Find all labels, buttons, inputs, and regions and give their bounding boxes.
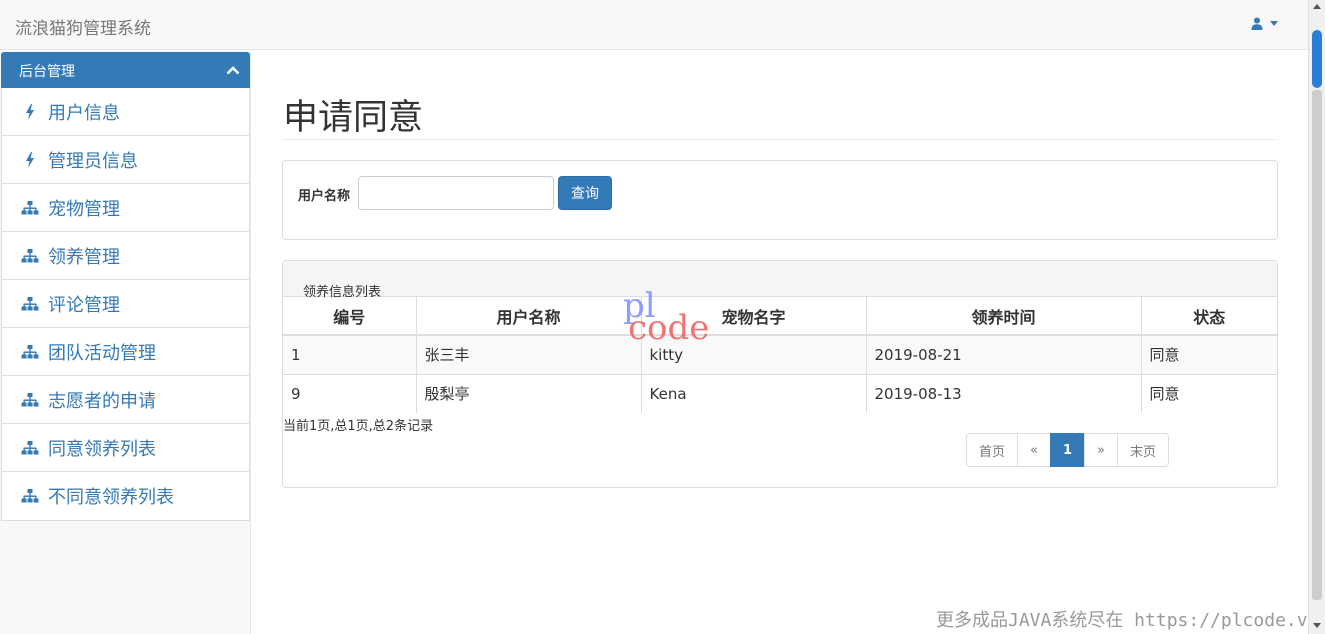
sitemap-icon: [20, 200, 40, 216]
table-cell: 2019-08-13: [866, 373, 1142, 413]
scroll-up-icon[interactable]: [1313, 4, 1321, 9]
sitemap-icon: [20, 248, 40, 264]
adoption-list-panel: 领养信息列表 编号 用户名称 宠物名字 领养时间 状态 1 张三丰 kitty: [282, 260, 1278, 488]
column-header: 用户名称: [416, 297, 642, 336]
bolt-icon: [20, 151, 40, 168]
table-row[interactable]: 9 殷梨亭 Kena 2019-08-13 同意: [283, 373, 1277, 413]
search-label: 用户名称: [298, 189, 351, 204]
pagination: 首页 « 1 » 末页: [966, 433, 1170, 467]
record-info: 当前1页,总1页,总2条记录: [283, 419, 434, 434]
adoption-table: 编号 用户名称 宠物名字 领养时间 状态 1 张三丰 kitty 2019-08…: [283, 297, 1277, 413]
sidebar-item-rejected-adoptions[interactable]: 不同意领养列表: [2, 472, 249, 520]
sidebar-item-label: 团队活动管理: [48, 342, 156, 364]
sidebar-header-label: 后台管理: [19, 64, 75, 80]
table-header-row: 编号 用户名称 宠物名字 领养时间 状态: [283, 297, 1277, 336]
table-cell: 同意: [1141, 334, 1277, 374]
vertical-scrollbar[interactable]: [1308, 0, 1325, 634]
sidebar-item-label: 评论管理: [48, 294, 120, 316]
user-icon: [1251, 17, 1263, 30]
prev-page-button[interactable]: «: [1017, 433, 1051, 467]
table-cell: 张三丰: [416, 334, 642, 374]
sitemap-icon: [20, 440, 40, 456]
sidebar-item-team-activity[interactable]: 团队活动管理: [2, 328, 249, 376]
column-header: 领养时间: [866, 297, 1142, 336]
scrollbar-track[interactable]: [1312, 90, 1322, 600]
sidebar-item-volunteer-application[interactable]: 志愿者的申请: [2, 376, 249, 424]
sidebar-item-label: 志愿者的申请: [48, 390, 156, 412]
sidebar-header[interactable]: 后台管理: [1, 52, 250, 88]
sidebar-item-label: 宠物管理: [48, 198, 120, 220]
chevron-up-icon[interactable]: [226, 65, 240, 75]
sitemap-icon: [20, 488, 40, 504]
footer-watermark: 更多成品JAVA系统尽在 https://plcode.vip: [936, 610, 1325, 631]
table-cell: 2019-08-21: [866, 334, 1142, 374]
sitemap-icon: [20, 392, 40, 408]
sidebar-item-user-info[interactable]: 用户信息: [2, 88, 249, 136]
caret-down-icon: [1270, 21, 1278, 26]
table-cell: 1: [283, 334, 417, 374]
table-cell: 9: [283, 373, 417, 413]
top-navbar: 流浪猫狗管理系统: [0, 0, 1308, 50]
title-divider: [282, 139, 1278, 140]
sidebar-item-label: 管理员信息: [48, 150, 138, 172]
sidebar-item-label: 用户信息: [48, 102, 120, 124]
app-brand[interactable]: 流浪猫狗管理系统: [15, 14, 151, 39]
scrollbar-thumb[interactable]: [1312, 30, 1322, 88]
table-row[interactable]: 1 张三丰 kitty 2019-08-21 同意: [283, 334, 1277, 374]
search-panel: 用户名称 查询: [282, 160, 1278, 240]
sitemap-icon: [20, 344, 40, 360]
sidebar-item-label: 同意领养列表: [48, 438, 156, 460]
sidebar-item-label: 领养管理: [48, 246, 120, 268]
column-header: 宠物名字: [641, 297, 867, 336]
next-page-button[interactable]: »: [1084, 433, 1118, 467]
column-header: 状态: [1141, 297, 1277, 336]
search-button[interactable]: 查询: [558, 176, 612, 210]
page-title: 申请同意: [283, 98, 424, 138]
first-page-button[interactable]: 首页: [966, 433, 1019, 467]
sidebar-item-pet-management[interactable]: 宠物管理: [2, 184, 249, 232]
sidebar-item-approved-adoptions[interactable]: 同意领养列表: [2, 424, 249, 472]
sitemap-icon: [20, 296, 40, 312]
table-cell: kitty: [641, 334, 867, 374]
table-cell: Kena: [641, 373, 867, 413]
table-cell: 同意: [1141, 373, 1277, 413]
list-panel-heading: 领养信息列表: [283, 261, 1277, 300]
column-header: 编号: [283, 297, 417, 336]
username-search-input[interactable]: [358, 176, 554, 210]
scroll-down-icon[interactable]: [1313, 623, 1321, 628]
sidebar-menu: 用户信息 管理员信息 宠物管理 领养管理 评论管理 团队活动管理 志愿者的申请: [1, 88, 250, 521]
last-page-button[interactable]: 末页: [1117, 433, 1170, 467]
current-page-button[interactable]: 1: [1049, 433, 1086, 467]
main-content: 申请同意 用户名称 查询 领养信息列表 编号 用户名称 宠物名字 领养时间 状态: [251, 51, 1308, 634]
bolt-icon: [20, 103, 40, 120]
user-menu-dropdown[interactable]: [1251, 17, 1278, 30]
sidebar-item-adoption-management[interactable]: 领养管理: [2, 232, 249, 280]
table-cell: 殷梨亭: [416, 373, 642, 413]
sidebar-item-admin-info[interactable]: 管理员信息: [2, 136, 249, 184]
sidebar-item-label: 不同意领养列表: [48, 487, 174, 508]
sidebar: 后台管理 用户信息 管理员信息 宠物管理 领养管理 评论管理 团队活动管理 志愿…: [0, 51, 251, 634]
sidebar-item-comment-management[interactable]: 评论管理: [2, 280, 249, 328]
